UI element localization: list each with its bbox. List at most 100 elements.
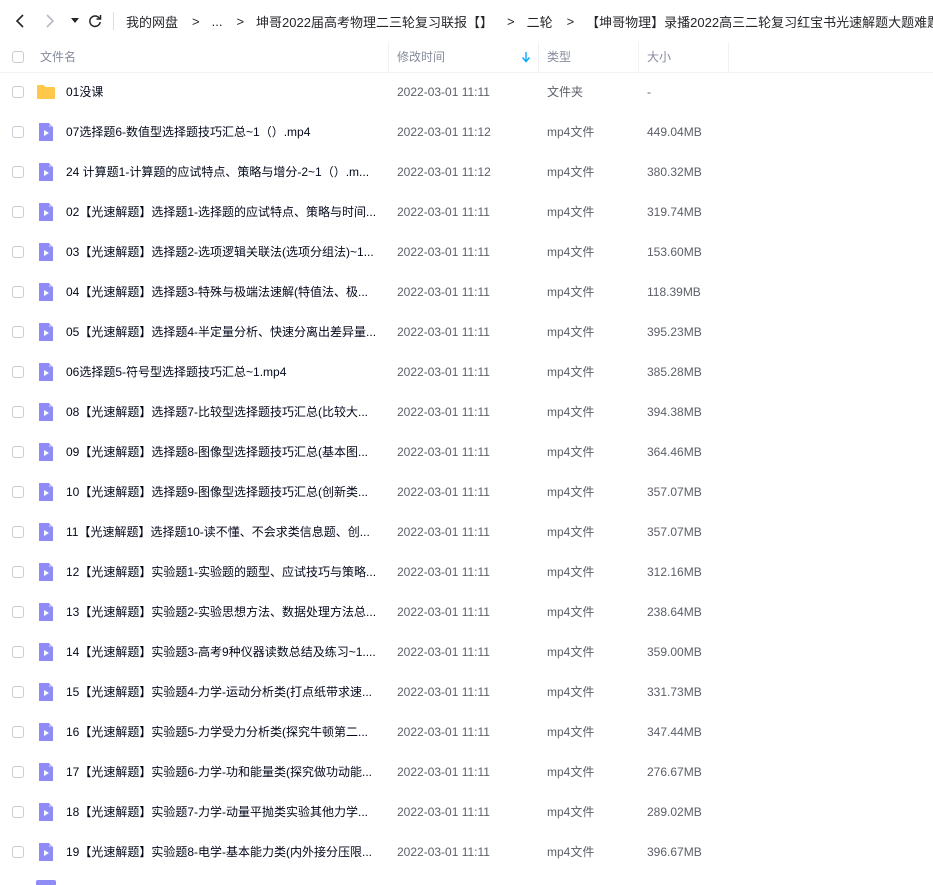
row-checkbox[interactable]	[12, 766, 24, 778]
file-row[interactable]: 17【光速解题】实验题6-力学-功和能量类(探究做功动能... 2022-03-0…	[0, 752, 933, 792]
file-name[interactable]: 24 计算题1-计算题的应试特点、策略与增分-2~1（）.m...	[66, 152, 382, 192]
file-row[interactable]: 03【光速解题】选择题2-选项逻辑关联法(选项分组法)~1... 2022-03-…	[0, 232, 933, 272]
file-name[interactable]: 07选择题6-数值型选择题技巧汇总~1（）.mp4	[66, 112, 382, 152]
file-name[interactable]: 17【光速解题】实验题6-力学-功和能量类(探究做功动能...	[66, 752, 382, 792]
row-checkbox[interactable]	[12, 566, 24, 578]
refresh-icon[interactable]	[85, 11, 105, 31]
file-name[interactable]: 14【光速解题】实验题3-高考9种仪器读数总结及练习~1....	[66, 632, 382, 672]
file-name[interactable]: 02【光速解题】选择题1-选择题的应试特点、策略与时间...	[66, 192, 382, 232]
file-name[interactable]: 09【光速解题】选择题8-图像型选择题技巧汇总(基本图...	[66, 432, 382, 472]
row-checkbox[interactable]	[12, 806, 24, 818]
file-type: 文件夹	[547, 85, 584, 99]
file-name[interactable]: 05【光速解题】选择题4-半定量分析、快速分离出差异量...	[66, 312, 382, 352]
file-name[interactable]: 16【光速解题】实验题5-力学受力分析类(探究牛顿第二...	[66, 712, 382, 752]
row-checkbox[interactable]	[12, 286, 24, 298]
row-checkbox[interactable]	[12, 526, 24, 538]
row-checkbox[interactable]	[12, 126, 24, 138]
breadcrumb-item[interactable]: ...	[212, 14, 223, 29]
breadcrumb-item[interactable]: 坤哥2022届高考物理二三轮复习联报【】	[256, 12, 493, 31]
row-checkbox[interactable]	[12, 726, 24, 738]
file-name[interactable]: 11【光速解题】选择题10-读不懂、不会求类信息题、创...	[66, 512, 382, 552]
file-type: mp4文件	[547, 285, 595, 299]
row-checkbox[interactable]	[12, 166, 24, 178]
file-name[interactable]: 18【光速解题】实验题7-力学-动量平抛类实验其他力学...	[66, 792, 382, 832]
file-name[interactable]: 06选择题5-符号型选择题技巧汇总~1.mp4	[66, 352, 382, 392]
file-modified-time: 2022-03-01 11:11	[397, 365, 490, 379]
file-modified-time: 2022-03-01 11:11	[397, 645, 490, 659]
file-type: mp4文件	[547, 525, 595, 539]
row-checkbox[interactable]	[12, 846, 24, 858]
file-row[interactable]: 18【光速解题】实验题7-力学-动量平抛类实验其他力学... 2022-03-01…	[0, 792, 933, 832]
breadcrumb-item[interactable]: 【坤哥物理】录播2022高三二轮复习红宝书光速解题大题难题	[586, 12, 933, 31]
video-file-icon	[36, 242, 56, 262]
arrow-down-icon[interactable]	[521, 51, 531, 63]
column-header-size[interactable]: 大小	[647, 42, 671, 72]
file-name[interactable]: 10【光速解题】选择题9-图像型选择题技巧汇总(创新类...	[66, 472, 382, 512]
file-row[interactable]: 02【光速解题】选择题1-选择题的应试特点、策略与时间... 2022-03-01…	[0, 192, 933, 232]
column-divider[interactable]	[388, 42, 389, 72]
column-divider[interactable]	[538, 42, 539, 72]
chevron-right-icon[interactable]	[40, 11, 60, 31]
column-header-name[interactable]: 文件名	[40, 42, 76, 72]
row-checkbox[interactable]	[12, 246, 24, 258]
row-checkbox[interactable]	[12, 486, 24, 498]
breadcrumb-item[interactable]: 我的网盘	[126, 12, 178, 31]
row-checkbox[interactable]	[12, 326, 24, 338]
row-checkbox[interactable]	[12, 206, 24, 218]
row-checkbox[interactable]	[12, 646, 24, 658]
video-file-icon	[36, 122, 56, 142]
file-name[interactable]: 19【光速解题】实验题8-电学-基本能力类(内外接分压限...	[66, 832, 382, 872]
column-divider[interactable]	[728, 42, 729, 72]
file-row[interactable]: 13【光速解题】实验题2-实验思想方法、数据处理方法总... 2022-03-01…	[0, 592, 933, 632]
video-file-icon	[36, 722, 56, 742]
caret-down-icon[interactable]	[65, 11, 85, 31]
row-checkbox[interactable]	[12, 406, 24, 418]
file-modified-time: 2022-03-01 11:11	[397, 245, 490, 259]
file-type: mp4文件	[547, 765, 595, 779]
file-list: 01没课 2022-03-01 11:11 文件夹 - 07选择题6-数值型选择题技巧汇…	[0, 72, 933, 872]
file-name[interactable]: 13【光速解题】实验题2-实验思想方法、数据处理方法总...	[66, 592, 382, 632]
breadcrumb-separator-icon: >	[236, 13, 245, 29]
file-row[interactable]: 07选择题6-数值型选择题技巧汇总~1（）.mp4 2022-03-01 11:1…	[0, 112, 933, 152]
file-row[interactable]: 09【光速解题】选择题8-图像型选择题技巧汇总(基本图... 2022-03-01…	[0, 432, 933, 472]
file-type: mp4文件	[547, 205, 595, 219]
file-row[interactable]: 14【光速解题】实验题3-高考9种仪器读数总结及练习~1.... 2022-03-…	[0, 632, 933, 672]
column-divider[interactable]	[638, 42, 639, 72]
file-row[interactable]: 12【光速解题】实验题1-实验题的题型、应试技巧与策略... 2022-03-01…	[0, 552, 933, 592]
row-checkbox[interactable]	[12, 606, 24, 618]
file-row[interactable]: 16【光速解题】实验题5-力学受力分析类(探究牛顿第二... 2022-03-01…	[0, 712, 933, 752]
video-file-icon	[36, 602, 56, 622]
breadcrumb-item[interactable]: 二轮	[527, 12, 553, 31]
file-row[interactable]: 01没课 2022-03-01 11:11 文件夹 -	[0, 72, 933, 112]
file-name[interactable]: 12【光速解题】实验题1-实验题的题型、应试技巧与策略...	[66, 552, 382, 592]
file-name[interactable]: 01没课	[66, 72, 382, 112]
column-header-modified[interactable]: 修改时间	[397, 42, 445, 72]
row-checkbox[interactable]	[12, 686, 24, 698]
file-list-header: 文件名 修改时间 类型 大小	[0, 42, 933, 73]
file-row[interactable]: 11【光速解题】选择题10-读不懂、不会求类信息题、创... 2022-03-01…	[0, 512, 933, 552]
column-header-type[interactable]: 类型	[547, 42, 571, 72]
file-size: 238.64MB	[647, 605, 702, 619]
file-row[interactable]: 24 计算题1-计算题的应试特点、策略与增分-2~1（）.m... 2022-03…	[0, 152, 933, 192]
file-name[interactable]: 15【光速解题】实验题4-力学-运动分析类(打点纸带求速...	[66, 672, 382, 712]
row-checkbox[interactable]	[12, 86, 24, 98]
toolbar-divider	[113, 12, 114, 30]
file-row[interactable]: 08【光速解题】选择题7-比较型选择题技巧汇总(比较大... 2022-03-01…	[0, 392, 933, 432]
file-row[interactable]: 05【光速解题】选择题4-半定量分析、快速分离出差异量... 2022-03-01…	[0, 312, 933, 352]
file-row[interactable]: 06选择题5-符号型选择题技巧汇总~1.mp4 2022-03-01 11:11 m…	[0, 352, 933, 392]
file-name[interactable]: 08【光速解题】选择题7-比较型选择题技巧汇总(比较大...	[66, 392, 382, 432]
chevron-left-icon[interactable]	[10, 11, 30, 31]
file-name[interactable]: 04【光速解题】选择题3-特殊与极端法速解(特值法、极...	[66, 272, 382, 312]
select-all-checkbox[interactable]	[12, 51, 24, 63]
file-modified-time: 2022-03-01 11:11	[397, 205, 490, 219]
video-file-icon	[36, 562, 56, 582]
file-row[interactable]: 10【光速解题】选择题9-图像型选择题技巧汇总(创新类... 2022-03-01…	[0, 472, 933, 512]
row-checkbox[interactable]	[12, 366, 24, 378]
file-type: mp4文件	[547, 605, 595, 619]
file-row[interactable]: 04【光速解题】选择题3-特殊与极端法速解(特值法、极... 2022-03-01…	[0, 272, 933, 312]
file-name[interactable]: 03【光速解题】选择题2-选项逻辑关联法(选项分组法)~1...	[66, 232, 382, 272]
file-row[interactable]: 15【光速解题】实验题4-力学-运动分析类(打点纸带求速... 2022-03-0…	[0, 672, 933, 712]
file-type: mp4文件	[547, 125, 595, 139]
file-row[interactable]: 19【光速解题】实验题8-电学-基本能力类(内外接分压限... 2022-03-0…	[0, 832, 933, 872]
row-checkbox[interactable]	[12, 446, 24, 458]
